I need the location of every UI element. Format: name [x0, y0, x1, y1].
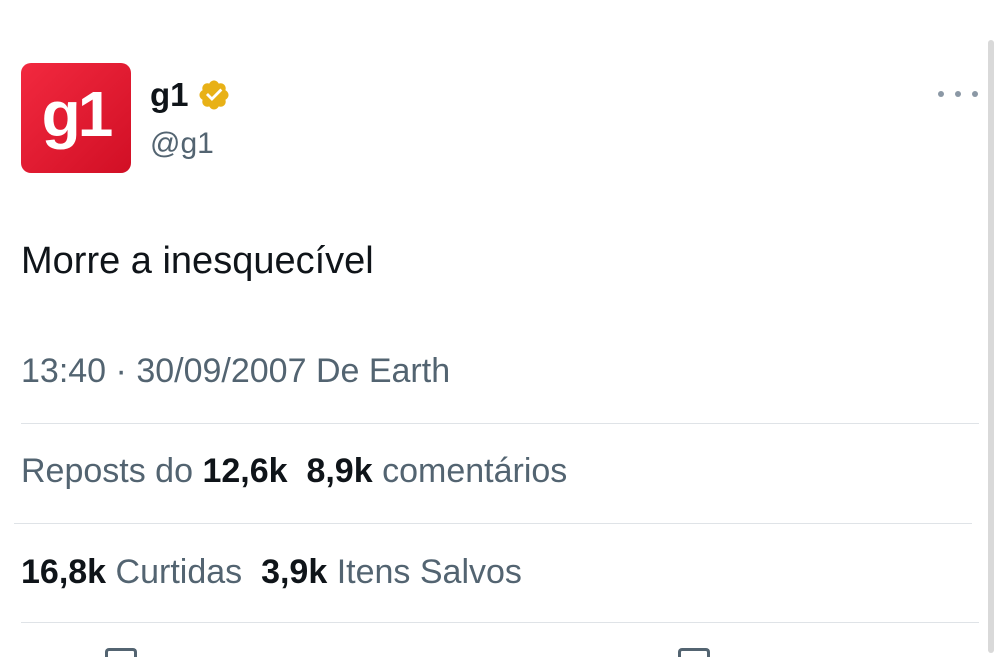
author-name-row: g1 [150, 76, 231, 114]
tweet-meta: 13:40 · 30/09/2007 De Earth [21, 352, 450, 391]
saves-count: 3,9k [261, 553, 328, 591]
handle[interactable]: @g1 [150, 127, 214, 161]
divider [14, 523, 972, 524]
avatar[interactable]: g1 [21, 63, 131, 173]
tweet-date-source[interactable]: 30/09/2007 De Earth [136, 352, 450, 390]
dot-icon [972, 91, 978, 97]
engagement-row-reposts-comments: Reposts do 12,6k 8,9k comentários [21, 452, 567, 491]
tweet-time[interactable]: 13:40 [21, 352, 106, 390]
comments-stat[interactable]: 8,9k comentários [306, 452, 567, 490]
reposts-label: Reposts do [21, 452, 193, 490]
tweet-text: Morre a inesquecível [21, 240, 374, 282]
meta-separator: · [115, 352, 127, 390]
likes-stat[interactable]: 16,8k Curtidas [21, 553, 242, 591]
likes-label: Curtidas [115, 553, 243, 591]
comments-label: comentários [382, 452, 568, 490]
saves-label: Itens Salvos [336, 553, 522, 591]
divider [21, 423, 979, 424]
reposts-stat[interactable]: Reposts do 12,6k [21, 452, 288, 490]
engagement-row-likes-saves: 16,8k Curtidas 3,9k Itens Salvos [21, 553, 522, 592]
avatar-logo-text: g1 [41, 78, 114, 150]
reposts-count: 12,6k [202, 452, 288, 490]
likes-count: 16,8k [21, 553, 107, 591]
comments-count: 8,9k [306, 452, 373, 490]
dot-icon [955, 91, 961, 97]
saves-stat[interactable]: 3,9k Itens Salvos [261, 553, 522, 591]
verified-badge-icon [198, 80, 229, 110]
display-name[interactable]: g1 [150, 76, 189, 114]
more-options-icon[interactable] [938, 82, 978, 106]
divider [21, 622, 979, 623]
scrollbar[interactable] [988, 40, 994, 653]
dot-icon [938, 91, 944, 97]
